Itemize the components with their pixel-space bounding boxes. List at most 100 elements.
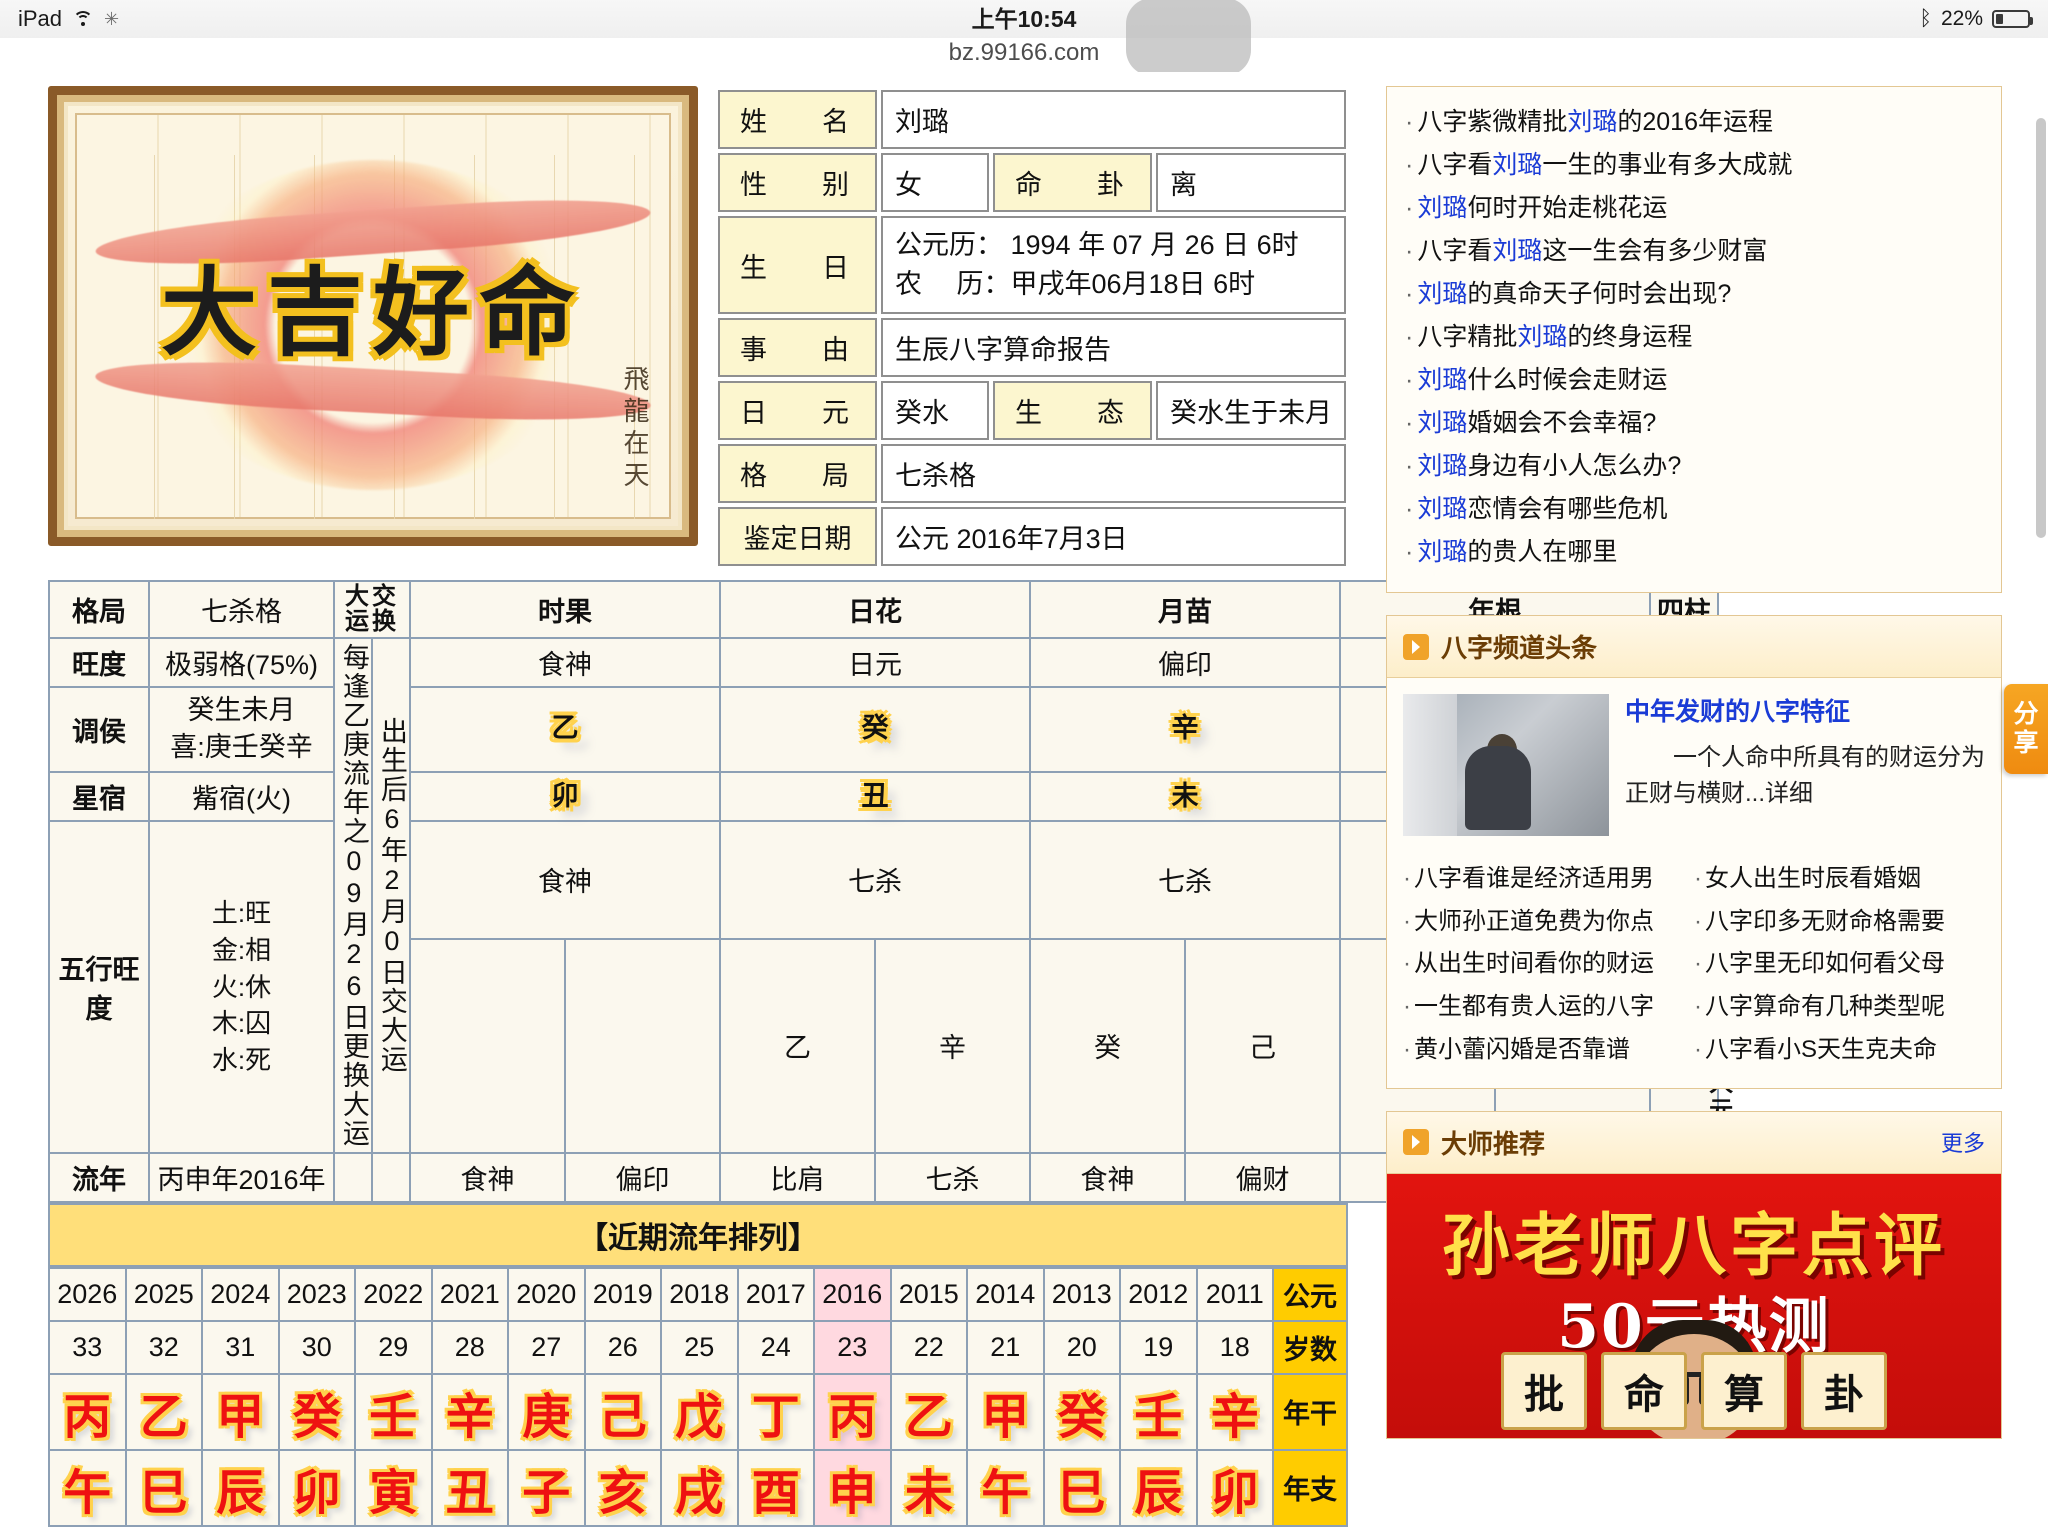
list-item[interactable]: 刘璐什么时候会走财运 bbox=[1405, 359, 1983, 402]
person-name-link[interactable]: 刘璐 bbox=[1517, 323, 1567, 351]
hidden-god-6: 食神 bbox=[1029, 1151, 1186, 1203]
master-card: 大师推荐 更多 孙老师八字点评 50元热测 批命算卦 bbox=[1386, 1110, 2002, 1439]
year-niangan-11: 乙 bbox=[889, 1372, 968, 1451]
list-item[interactable]: 八字看小S天生克夫命 bbox=[1694, 1029, 1985, 1072]
vertical-scrollbar[interactable] bbox=[2036, 118, 2046, 538]
year-gongyuan-4: 2022 bbox=[354, 1266, 433, 1322]
person-name-link[interactable]: 刘璐 bbox=[1417, 366, 1467, 394]
link-suffix: 一生的事业有多大成就 bbox=[1542, 151, 1793, 179]
year-suishu-11: 22 bbox=[889, 1319, 968, 1375]
headline-card: 八字频道头条 中年发财的八字特征 一个人命中所具有的财运分为正财与横财...详细… bbox=[1386, 615, 2002, 1089]
year-niangan-13: 癸 bbox=[1042, 1372, 1121, 1451]
master-ad-banner[interactable]: 孙老师八字点评 50元热测 批命算卦 bbox=[1387, 1173, 2001, 1438]
list-item[interactable]: 一生都有贵人运的八字 bbox=[1403, 986, 1694, 1029]
dayun-header: 大交运换 bbox=[333, 580, 411, 639]
status-right: ᛒ 22% bbox=[1919, 0, 2033, 38]
year-niangan-5: 辛 bbox=[430, 1372, 509, 1451]
hidden-god-5: 七杀 bbox=[874, 1151, 1031, 1203]
share-tab-button[interactable]: 分享 bbox=[2004, 684, 2048, 774]
list-item[interactable]: 大师孙正道免费为你点 bbox=[1403, 901, 1694, 944]
year-niangan-3: 癸 bbox=[277, 1372, 356, 1451]
person-name-link[interactable]: 刘璐 bbox=[1567, 108, 1617, 136]
featured-news[interactable]: 中年发财的八字特征 一个人命中所具有的财运分为正财与横财...详细 bbox=[1387, 678, 2001, 852]
info-label-6: 鉴定日期 bbox=[718, 507, 877, 567]
left-value-5: 丙申年2016年 bbox=[148, 1151, 335, 1203]
year-suishu-10: 23 bbox=[813, 1319, 892, 1375]
table-row: 事 由 生辰八字算命报告 bbox=[718, 318, 1346, 378]
year-nianzhi-2: 辰 bbox=[201, 1448, 280, 1527]
list-item[interactable]: 八字印多无财命格需要 bbox=[1694, 901, 1985, 944]
table-row: 格 局 七杀格 bbox=[718, 444, 1346, 504]
list-item[interactable]: 从出生时间看你的财运 bbox=[1403, 943, 1694, 986]
table-row: 鉴定日期 公元 2016年7月3日 bbox=[718, 507, 1346, 567]
left-label-2: 调侯 bbox=[48, 685, 150, 774]
info-value-4: 癸水 bbox=[881, 381, 989, 441]
news-desc: 一个人命中所具有的财运分为正财与横财...详细 bbox=[1625, 743, 1985, 807]
ad-card: 批 bbox=[1501, 1351, 1587, 1430]
list-item[interactable]: 刘璐的贵人在哪里 bbox=[1405, 531, 1983, 574]
left-label-3: 星宿 bbox=[48, 771, 150, 823]
list-item[interactable]: 黄小蕾闪婚是否靠谱 bbox=[1403, 1029, 1694, 1072]
lucky-banner: 大吉好命 飛龍在天 bbox=[48, 86, 698, 546]
year-suishu-13: 20 bbox=[1042, 1319, 1121, 1375]
year-suishu-5: 28 bbox=[430, 1319, 509, 1375]
info-label-3: 事 由 bbox=[718, 318, 877, 378]
link-prefix: 八字看 bbox=[1417, 151, 1493, 179]
info-value-0: 刘璐 bbox=[881, 90, 1346, 149]
year-niangan-7: 己 bbox=[583, 1372, 662, 1451]
year-nianzhi-3: 卯 bbox=[277, 1448, 356, 1527]
list-item[interactable]: 八字紫微精批刘璐的2016年运程 bbox=[1405, 101, 1983, 144]
year-nianzhi-5: 丑 bbox=[430, 1448, 509, 1527]
banner-signature: 飛龍在天 bbox=[619, 365, 649, 493]
ad-card: 命 bbox=[1601, 1351, 1687, 1430]
person-name-link[interactable]: 刘璐 bbox=[1492, 151, 1542, 179]
person-name-link[interactable]: 刘璐 bbox=[1417, 495, 1467, 523]
year-suishu-15: 18 bbox=[1195, 1319, 1274, 1375]
year-gongyuan-1: 2025 bbox=[124, 1266, 203, 1322]
list-item[interactable]: 刘璐恋情会有哪些危机 bbox=[1405, 488, 1983, 531]
year-suishu-7: 26 bbox=[583, 1319, 662, 1375]
year-niangan-14: 壬 bbox=[1119, 1372, 1198, 1451]
list-item[interactable]: 八字看刘璐这一生会有多少财富 bbox=[1405, 230, 1983, 273]
info-value-1: 女 bbox=[881, 153, 989, 212]
list-item[interactable]: 八字看刘璐一生的事业有多大成就 bbox=[1405, 144, 1983, 187]
info-value-4b: 癸水生于未月 bbox=[1156, 381, 1346, 441]
person-name-link[interactable]: 刘璐 bbox=[1417, 194, 1467, 222]
ios-status-bar: iPad ✳ 上午10:54 ᛒ 22% bbox=[0, 0, 2048, 76]
list-item[interactable]: 八字算命有几种类型呢 bbox=[1694, 986, 1985, 1029]
list-item[interactable]: 刘璐身边有小人怎么办? bbox=[1405, 445, 1983, 488]
list-item[interactable]: 刘璐婚姻会不会幸福? bbox=[1405, 402, 1983, 445]
info-label-4b: 生 态 bbox=[993, 381, 1152, 441]
left-value-2: 癸生未月 喜:庚壬癸辛 bbox=[148, 685, 335, 774]
pillar-header-2: 月苗 bbox=[1029, 580, 1341, 639]
person-name-link[interactable]: 刘璐 bbox=[1417, 280, 1467, 308]
link-suffix: 恋情会有哪些危机 bbox=[1467, 495, 1668, 523]
news-title[interactable]: 中年发财的八字特征 bbox=[1625, 694, 1985, 732]
list-item[interactable]: 八字精批刘璐的终身运程 bbox=[1405, 316, 1983, 359]
master-more-link[interactable]: 更多 bbox=[1941, 1126, 1985, 1158]
list-item[interactable]: 女人出生时辰看婚姻 bbox=[1694, 858, 1985, 901]
year-suishu-14: 19 bbox=[1119, 1319, 1198, 1375]
year-niangan-8: 戊 bbox=[660, 1372, 739, 1451]
year-niangan-1: 乙 bbox=[124, 1372, 203, 1451]
person-name-link[interactable]: 刘璐 bbox=[1417, 538, 1467, 566]
person-name-link[interactable]: 刘璐 bbox=[1417, 452, 1467, 480]
list-item[interactable]: 刘璐何时开始走桃花运 bbox=[1405, 187, 1983, 230]
hidden-god-0 bbox=[333, 1151, 373, 1203]
year-gongyuan-label: 公元 bbox=[1272, 1266, 1348, 1322]
liushen-top-2: 偏印 bbox=[1029, 636, 1341, 688]
info-value-5: 七杀格 bbox=[881, 444, 1346, 504]
person-name-link[interactable]: 刘璐 bbox=[1492, 237, 1542, 265]
list-item[interactable]: 八字里无印如何看父母 bbox=[1694, 943, 1985, 986]
tiangan-0: 乙 bbox=[409, 685, 721, 774]
url-bar[interactable]: bz.99166.com bbox=[0, 38, 2048, 72]
year-gongyuan-3: 2023 bbox=[277, 1266, 356, 1322]
list-item[interactable]: 刘璐的真命天子何时会出现? bbox=[1405, 273, 1983, 316]
person-name-link[interactable]: 刘璐 bbox=[1417, 409, 1467, 437]
headline-list-left: 八字看谁是经济适用男大师孙正道免费为你点从出生时间看你的财运一生都有贵人运的八字… bbox=[1403, 858, 1694, 1072]
hidden-stem-3: 辛 bbox=[874, 937, 1031, 1154]
list-item[interactable]: 八字看谁是经济适用男 bbox=[1403, 858, 1694, 901]
hidden-stem-4: 癸 bbox=[1029, 937, 1186, 1154]
year-niangan-6: 庚 bbox=[507, 1372, 586, 1451]
year-nianzhi-0: 午 bbox=[48, 1448, 127, 1527]
